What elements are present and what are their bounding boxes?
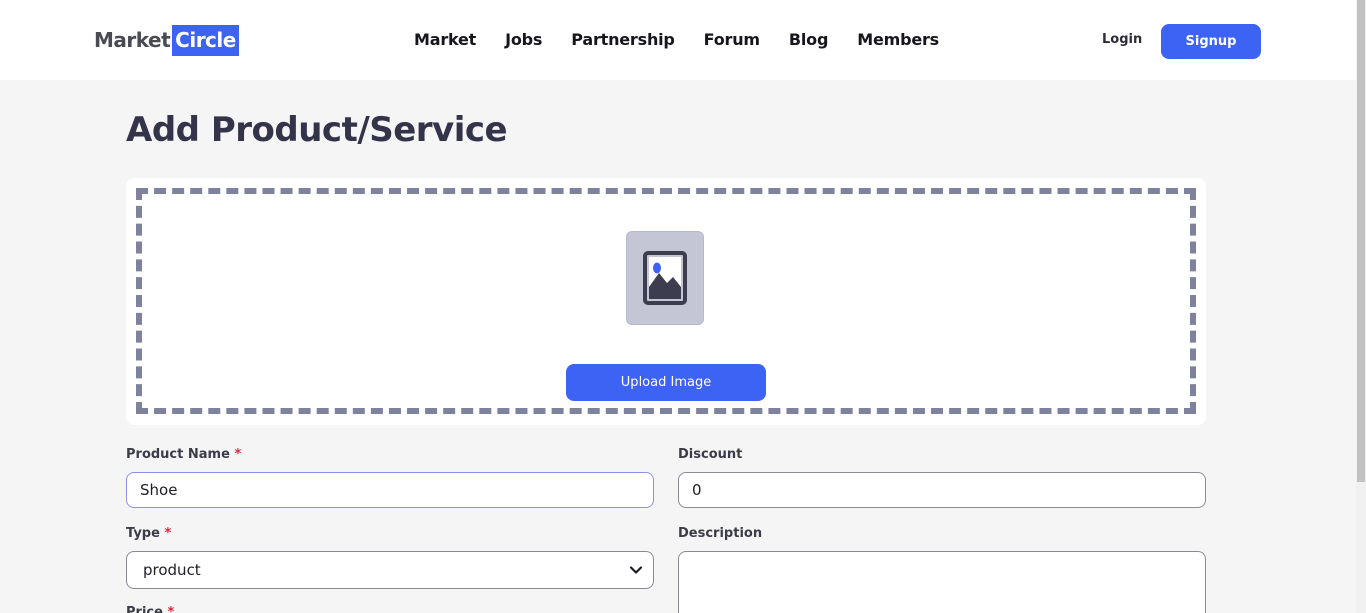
scrollbar-thumb[interactable]	[1357, 0, 1365, 482]
page-scrollbar[interactable]	[1356, 0, 1366, 613]
nav-link-jobs[interactable]: Jobs	[505, 28, 542, 52]
main-nav: Market Jobs Partnership Forum Blog Membe…	[414, 28, 968, 52]
nav-link-blog[interactable]: Blog	[789, 28, 829, 52]
upload-image-button[interactable]: Upload Image	[566, 364, 766, 401]
image-placeholder	[626, 231, 704, 325]
image-icon	[643, 251, 687, 305]
type-label-text: Type	[126, 526, 160, 541]
description-label-text: Description	[678, 526, 763, 541]
price-label-text: Price	[126, 605, 163, 613]
brand-logo[interactable]: Market Circle	[94, 24, 239, 56]
product-name-input[interactable]: Shoe	[126, 472, 654, 508]
type-select-value: product	[143, 561, 201, 579]
price-label: Price *	[126, 605, 174, 613]
discount-input[interactable]: 0	[678, 472, 1206, 508]
product-name-label: Product Name *	[126, 447, 241, 463]
chevron-down-icon	[629, 566, 643, 574]
description-textarea[interactable]	[678, 551, 1206, 613]
required-asterisk: *	[167, 605, 175, 613]
product-name-label-text: Product Name	[126, 447, 230, 462]
brand-logo-text-circle: Circle	[172, 24, 239, 56]
discount-label: Discount	[678, 447, 742, 463]
type-label: Type *	[126, 526, 171, 542]
nav-link-market[interactable]: Market	[414, 28, 476, 52]
image-upload-card: Upload Image	[126, 178, 1206, 425]
required-asterisk: *	[234, 447, 242, 462]
nav-link-forum[interactable]: Forum	[704, 28, 760, 52]
signup-button[interactable]: Signup	[1161, 24, 1261, 59]
description-label: Description	[678, 526, 762, 542]
discount-label-text: Discount	[678, 447, 743, 462]
required-asterisk: *	[164, 526, 172, 541]
login-link[interactable]: Login	[1102, 31, 1142, 49]
page-title: Add Product/Service	[126, 110, 508, 150]
nav-link-partnership[interactable]: Partnership	[571, 28, 675, 52]
type-select[interactable]: product	[126, 551, 654, 589]
nav-link-members[interactable]: Members	[857, 28, 939, 52]
top-navbar: Market Circle Market Jobs Partnership For…	[0, 0, 1356, 80]
brand-logo-text-market: Market	[94, 28, 171, 52]
